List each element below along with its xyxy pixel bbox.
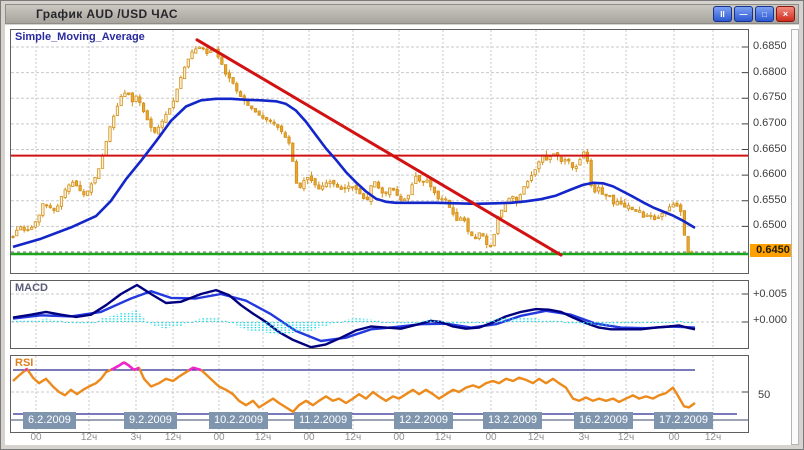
time-tick-label: 00: [30, 432, 41, 443]
chart-window: График AUD /USD ЧАС II — □ × Simple_Movi…: [0, 0, 804, 450]
time-tick-label: 00: [303, 432, 314, 443]
window-buttons: II — □ ×: [713, 6, 798, 22]
restore-button[interactable]: □: [755, 6, 774, 22]
current-price-badge: 0.6450: [750, 244, 796, 257]
time-tick-label: 00: [213, 432, 224, 443]
time-tick-label: 12ч: [345, 432, 361, 443]
macd-indicator-label: MACD: [15, 282, 48, 294]
date-badge: 6.2.2009: [23, 412, 76, 429]
time-tick-label: 12ч: [618, 432, 634, 443]
sma-indicator-label: Simple_Moving_Average: [15, 31, 145, 43]
price-tick-label: 0.6600: [753, 168, 787, 180]
date-badge: 12.2.2009: [394, 412, 453, 429]
date-badge: 16.2.2009: [574, 412, 633, 429]
macd-tick-plus000: +0.000: [753, 314, 787, 326]
window-title: График AUD /USD ЧАС: [6, 7, 178, 21]
time-tick-label: 12ч: [435, 432, 451, 443]
price-tick-label: 0.6850: [753, 40, 787, 52]
date-badge: 11.2.2009: [294, 412, 352, 429]
price-tick-label: 0.6800: [753, 66, 787, 78]
time-tick-label: 12ч: [528, 432, 544, 443]
time-tick-label: 12ч: [255, 432, 271, 443]
macd-tick-plus005: +0.005: [753, 288, 787, 300]
price-tick-label: 0.6650: [753, 143, 787, 155]
right-scrollbar[interactable]: [791, 29, 799, 445]
time-tick-label: 3ч: [579, 432, 590, 443]
minimize-button[interactable]: —: [734, 6, 753, 22]
pause-button[interactable]: II: [713, 6, 732, 22]
time-tick-label: 3ч: [131, 432, 142, 443]
price-panel[interactable]: Simple_Moving_Average: [10, 29, 749, 274]
date-badge: 13.2.2009: [483, 412, 542, 429]
price-tick-label: 0.6500: [753, 219, 787, 231]
time-tick-label: 12ч: [165, 432, 181, 443]
time-tick-label: 00: [668, 432, 679, 443]
date-badge: 17.2.2009: [654, 412, 713, 429]
price-tick-label: 0.6550: [753, 194, 787, 206]
price-tick-label: 0.6700: [753, 117, 787, 129]
candlestick-chart[interactable]: [11, 30, 748, 273]
rsi-panel[interactable]: RSI: [10, 355, 749, 433]
time-tick-label: 12ч: [81, 432, 97, 443]
date-badge: 9.2.2009: [124, 412, 177, 429]
rsi-tick-50: 50: [758, 389, 770, 401]
price-tick-label: 0.6750: [753, 91, 787, 103]
date-badge: 10.2.2009: [209, 412, 268, 429]
time-tick-label: 00: [393, 432, 404, 443]
macd-chart[interactable]: [11, 281, 748, 348]
titlebar[interactable]: График AUD /USD ЧАС II — □ ×: [5, 4, 799, 24]
rsi-indicator-label: RSI: [15, 357, 33, 369]
rsi-chart[interactable]: [11, 356, 748, 432]
close-button[interactable]: ×: [776, 6, 795, 22]
macd-panel[interactable]: MACD: [10, 280, 749, 349]
time-tick-label: 12ч: [705, 432, 721, 443]
time-tick-label: 00: [485, 432, 496, 443]
